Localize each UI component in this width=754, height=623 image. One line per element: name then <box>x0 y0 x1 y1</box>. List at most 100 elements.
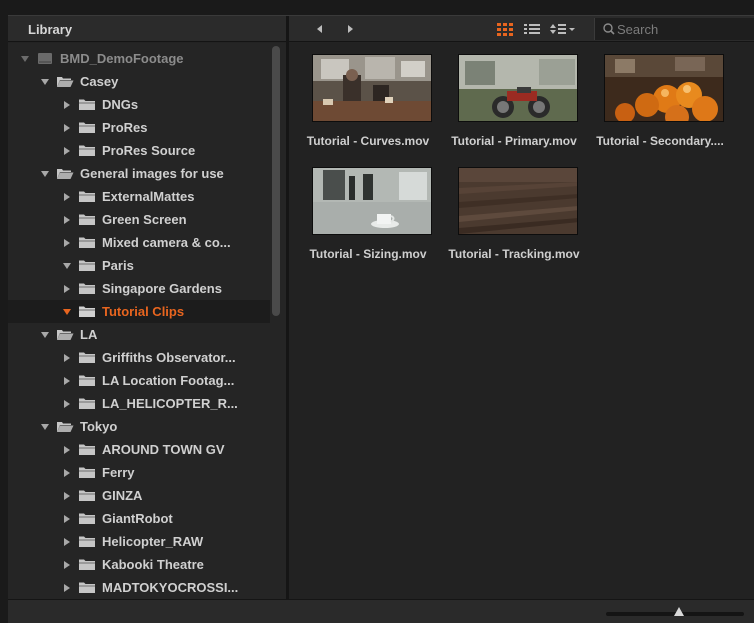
tree-item-label: Green Screen <box>102 212 187 227</box>
tree-item[interactable]: ProRes <box>8 116 270 139</box>
tree-item[interactable]: AROUND TOWN GV <box>8 438 270 461</box>
folder-icon <box>79 237 95 248</box>
clip-name: Tutorial - Primary.mov <box>451 134 577 148</box>
list-view-button[interactable] <box>523 21 541 37</box>
grid-view-button[interactable] <box>496 21 514 37</box>
folder-icon <box>79 559 95 570</box>
media-pool-window: Library Search BMD_DemoFootage Casey DNG… <box>8 15 754 623</box>
clip-thumbnail[interactable] <box>312 54 432 122</box>
folder-icon <box>79 513 95 524</box>
tree-item[interactable]: LA Location Footag... <box>8 369 270 392</box>
folder-open-icon <box>57 169 74 179</box>
tree-item[interactable]: Paris <box>8 254 270 277</box>
disclosure-collapsed-icon[interactable] <box>63 101 71 109</box>
tree-item[interactable]: Tutorial Clips <box>8 300 270 323</box>
folder-icon <box>79 283 95 294</box>
search-input[interactable] <box>617 20 753 38</box>
disclosure-collapsed-icon[interactable] <box>63 193 71 201</box>
library-tree: BMD_DemoFootage Casey DNGs ProRes ProRes Sou… <box>8 43 286 599</box>
library-title: Library <box>28 22 73 37</box>
clip-thumbnail[interactable] <box>312 167 432 235</box>
folder-icon <box>79 306 95 317</box>
search-box[interactable] <box>594 18 754 40</box>
tree-item[interactable]: ProRes Source <box>8 139 270 162</box>
disclosure-expanded-icon[interactable] <box>41 170 49 178</box>
tree-item-label: BMD_DemoFootage <box>60 51 184 66</box>
disclosure-collapsed-icon[interactable] <box>63 147 71 155</box>
clip-thumbnail[interactable] <box>458 167 578 235</box>
tree-item-label: ProRes Source <box>102 143 196 158</box>
tree-item[interactable]: Casey <box>8 70 270 93</box>
disclosure-collapsed-icon[interactable] <box>63 561 71 569</box>
tree-item[interactable]: Griffiths Observator... <box>8 346 270 369</box>
media-clip[interactable]: Tutorial - Primary.mov <box>444 43 584 153</box>
tree-item[interactable]: Helicopter_RAW <box>8 530 270 553</box>
disclosure-expanded-icon[interactable] <box>41 423 49 431</box>
zoom-slider-handle[interactable] <box>674 607 684 616</box>
disclosure-expanded-icon[interactable] <box>41 331 49 339</box>
tree-item[interactable]: Kabooki Theatre <box>8 553 270 576</box>
grid-view-icon <box>497 23 513 36</box>
tree-item[interactable]: Ferry <box>8 461 270 484</box>
sort-menu-button[interactable] <box>549 21 577 37</box>
tree-item[interactable]: General images for use <box>8 162 270 185</box>
tree-item-label: ProRes <box>102 120 148 135</box>
tree-item[interactable]: MADTOKYOCROSSI... <box>8 576 270 599</box>
media-grid: Tutorial - Curves.mov Tutorial - Primary.… <box>289 43 754 599</box>
tree-item-label: DNGs <box>102 97 139 112</box>
disclosure-expanded-icon[interactable] <box>21 55 29 63</box>
tree-item[interactable]: DNGs <box>8 93 270 116</box>
disclosure-collapsed-icon[interactable] <box>63 354 71 362</box>
disclosure-collapsed-icon[interactable] <box>63 469 71 477</box>
disclosure-collapsed-icon[interactable] <box>63 584 71 592</box>
tree-item-label: LA Location Footag... <box>102 373 235 388</box>
folder-icon <box>79 490 95 501</box>
disclosure-collapsed-icon[interactable] <box>63 239 71 247</box>
tree-item[interactable]: LA_HELICOPTER_R... <box>8 392 270 415</box>
tree-item[interactable]: Mixed camera & co... <box>8 231 270 254</box>
folder-icon <box>79 145 95 156</box>
tree-item[interactable]: LA <box>8 323 270 346</box>
tree-item[interactable]: ExternalMattes <box>8 185 270 208</box>
tree-item-label: ExternalMattes <box>102 189 195 204</box>
media-clip[interactable]: Tutorial - Tracking.mov <box>444 156 584 266</box>
disclosure-collapsed-icon[interactable] <box>63 216 71 224</box>
tree-item-label: Mixed camera & co... <box>102 235 231 250</box>
media-clip[interactable]: Tutorial - Curves.mov <box>298 43 438 153</box>
forward-button[interactable] <box>341 20 359 38</box>
tree-item[interactable]: Green Screen <box>8 208 270 231</box>
tree-item[interactable]: BMD_DemoFootage <box>8 47 270 70</box>
thumbnail-zoom-slider[interactable] <box>606 607 744 616</box>
media-clip[interactable]: Tutorial - Secondary.... <box>590 43 730 153</box>
disclosure-collapsed-icon[interactable] <box>63 492 71 500</box>
disclosure-collapsed-icon[interactable] <box>63 400 71 408</box>
tree-item-label: LA <box>80 327 98 342</box>
tree-item[interactable]: GINZA <box>8 484 270 507</box>
tree-item-label: Tokyo <box>80 419 118 434</box>
disclosure-collapsed-icon[interactable] <box>63 285 71 293</box>
disclosure-collapsed-icon[interactable] <box>63 377 71 385</box>
disclosure-collapsed-icon[interactable] <box>63 515 71 523</box>
clip-thumbnail[interactable] <box>604 54 724 122</box>
disclosure-collapsed-icon[interactable] <box>63 446 71 454</box>
folder-icon <box>79 536 95 547</box>
disclosure-collapsed-icon[interactable] <box>63 538 71 546</box>
tree-item[interactable]: GiantRobot <box>8 507 270 530</box>
folder-icon <box>79 191 95 202</box>
library-header: Library <box>8 16 286 42</box>
library-scrollbar[interactable] <box>272 46 280 346</box>
clip-thumbnail[interactable] <box>458 54 578 122</box>
disclosure-expanded-icon[interactable] <box>63 308 71 316</box>
disclosure-expanded-icon[interactable] <box>63 262 71 270</box>
disclosure-collapsed-icon[interactable] <box>63 124 71 132</box>
sort-menu-icon <box>550 24 575 34</box>
disclosure-expanded-icon[interactable] <box>41 78 49 86</box>
tree-item-label: AROUND TOWN GV <box>102 442 225 457</box>
tree-item[interactable]: Singapore Gardens <box>8 277 270 300</box>
back-button[interactable] <box>311 20 329 38</box>
tree-item-label: Casey <box>80 74 119 89</box>
scrollbar-thumb[interactable] <box>272 46 280 316</box>
media-clip[interactable]: Tutorial - Sizing.mov <box>298 156 438 266</box>
tree-item-label: GINZA <box>102 488 143 503</box>
tree-item[interactable]: Tokyo <box>8 415 270 438</box>
